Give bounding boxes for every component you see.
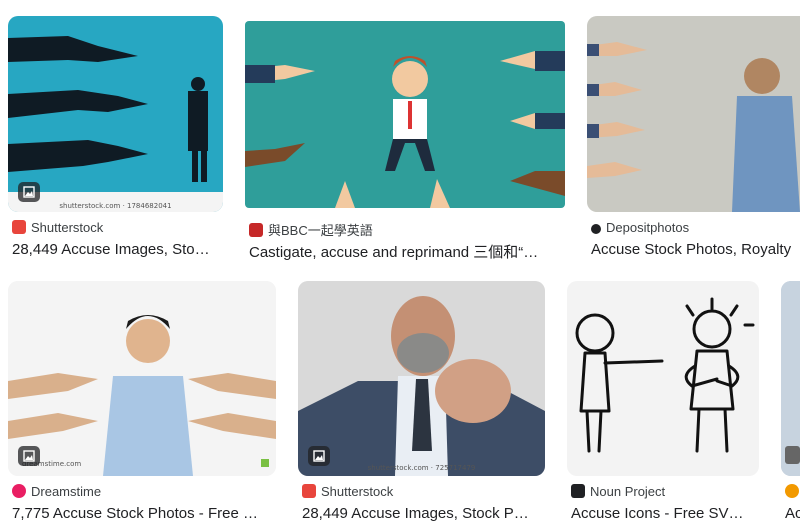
result-source-1[interactable]: Shutterstock [12,220,103,235]
result-thumbnail-7[interactable] [781,281,800,476]
image-icon [18,446,40,466]
result-thumbnail-5[interactable]: shutterstock.com · 725717479 [298,281,545,476]
man-pointed-at-photo [8,281,276,476]
result-source-6[interactable]: Noun Project [571,484,665,499]
result-title-1[interactable]: 28,449 Accuse Images, Sto… [12,241,220,258]
result-source-5[interactable]: Shutterstock [302,484,393,499]
man-accused-photo [587,16,800,212]
result-title-4[interactable]: 7,775 Accuse Stock Photos - Free … [12,505,274,522]
businessman-pointing-photo [298,281,545,476]
result-title-3[interactable]: Accuse Stock Photos, Royalty [591,241,800,258]
pointing-hands-illustration [8,16,223,212]
watermark-text: shutterstock.com · 1784682041 [59,202,172,210]
image-icon [308,446,330,466]
result-title-6[interactable]: Accuse Icons - Free SV… [571,505,757,522]
watermark-text: shutterstock.com · 725717479 [367,464,476,472]
shutterstock-logo-icon [302,484,316,498]
result-title-2[interactable]: Castigate, accuse and reprimand 三個和“… [249,241,549,262]
result-source-3[interactable]: Depositphotos [591,220,689,235]
partial-thumbnail-image [781,281,800,476]
result-source-2[interactable]: 與BBC一起學英語 [249,220,373,239]
source-name: 與BBC一起學英語 [268,223,373,238]
result-thumbnail-1[interactable]: shutterstock.com · 1784682041 [8,16,223,212]
depositphotos-logo-icon [591,224,601,234]
source-name: Shutterstock [321,484,394,499]
result-thumbnail-3[interactable] [587,16,800,212]
bbc-logo-icon [249,223,263,237]
dreamstime-logo-icon [12,484,26,498]
result-thumbnail-6[interactable] [567,281,759,476]
noun-project-logo-icon [571,484,585,498]
source-name: Dreamstime [31,484,102,499]
source-name: Noun Project [590,484,666,499]
shutterstock-logo-icon [12,220,26,234]
site-logo-icon [785,484,799,498]
result-thumbnail-2[interactable] [245,21,565,208]
source-name: Shutterstock [31,220,104,235]
watermark-text: dreamstime.com [22,460,82,468]
result-title-7[interactable]: Ac [785,505,800,522]
image-icon [18,182,40,202]
result-source-7[interactable] [785,484,800,499]
result-title-5[interactable]: 28,449 Accuse Images, Stock P… [302,505,543,522]
accuse-line-icons [575,297,755,453]
source-name: Depositphotos [606,220,690,235]
result-thumbnail-4[interactable]: dreamstime.com [8,281,276,476]
cartoon-man-illustration [245,21,565,208]
result-source-4[interactable]: Dreamstime [12,484,101,499]
